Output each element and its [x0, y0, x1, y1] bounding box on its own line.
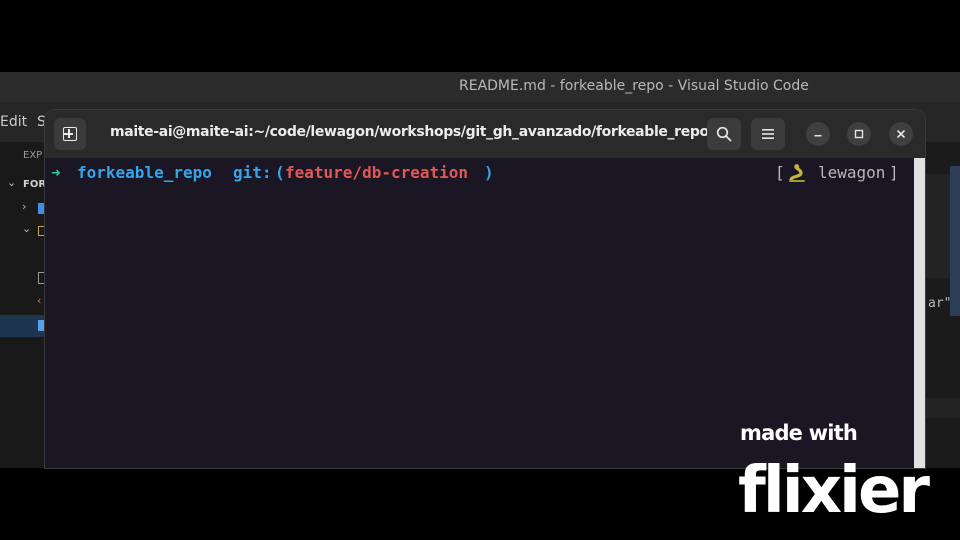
vscode-titlebar: README.md - forkeable_repo - Visual Stud…	[0, 72, 960, 102]
flixier-logo: flixier	[738, 454, 933, 518]
watermark-brand: flixier	[738, 454, 930, 518]
terminal-scrollbar[interactable]	[914, 158, 925, 468]
new-tab-icon	[63, 127, 77, 141]
minimize-icon	[814, 135, 822, 137]
screen: README.md - forkeable_repo - Visual Stud…	[0, 0, 960, 540]
terminal-header: maite-ai@maite-ai:~/code/lewagon/worksho…	[45, 110, 925, 158]
terminal-window: maite-ai@maite-ai:~/code/lewagon/worksho…	[45, 110, 925, 468]
explorer-sidebar: EXP ⌄ FOR › ⌄ ‹	[0, 142, 46, 468]
prompt-git-label: git:	[233, 163, 272, 182]
maximize-button[interactable]	[847, 122, 871, 146]
folder-icon	[38, 226, 44, 236]
search-icon	[716, 126, 732, 142]
python-icon	[789, 164, 805, 182]
hamburger-menu-icon	[762, 129, 774, 139]
chevron-down-icon[interactable]: ⌄	[7, 176, 16, 189]
editor-scrollbar[interactable]	[950, 166, 960, 316]
watermark-made-with: made with	[740, 421, 858, 445]
search-button[interactable]	[707, 118, 741, 150]
chevron-right-icon[interactable]: ›	[22, 200, 26, 213]
terminal-title: maite-ai@maite-ai:~/code/lewagon/worksho…	[110, 124, 709, 140]
close-button[interactable]	[889, 122, 913, 146]
menu-item-edit[interactable]: Edit	[0, 114, 27, 130]
minimize-button[interactable]	[806, 122, 830, 146]
chevron-down-icon[interactable]: ⌄	[22, 222, 31, 235]
vscode-window-title: README.md - forkeable_repo - Visual Stud…	[459, 78, 809, 94]
prompt-directory: forkeable_repo	[77, 163, 212, 182]
explorer-header: EXP	[23, 150, 43, 161]
maximize-icon	[854, 129, 864, 139]
prompt-branch: feature/db-creation	[285, 163, 469, 182]
env-name: lewagon	[818, 163, 886, 182]
code-file-icon: ‹	[37, 294, 42, 307]
close-icon	[897, 130, 905, 138]
editor-region	[926, 398, 960, 418]
explorer-folder-label[interactable]: FOR	[23, 179, 46, 190]
env-bracket-close: ]	[889, 163, 899, 182]
env-bracket-open: [	[775, 163, 785, 182]
menu-button[interactable]	[751, 118, 785, 150]
editor-text: ar"	[928, 296, 952, 311]
explorer-selected-row[interactable]	[0, 315, 46, 337]
new-tab-button[interactable]	[54, 118, 86, 150]
prompt-paren-close: )	[484, 163, 494, 182]
prompt-paren-open: (	[275, 163, 285, 182]
prompt-arrow: ➜	[51, 163, 61, 182]
